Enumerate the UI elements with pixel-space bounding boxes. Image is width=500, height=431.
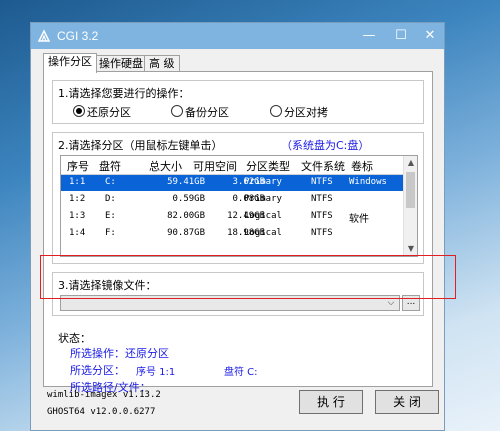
tab-disk-ops[interactable]: 操作硬盘: [94, 55, 148, 72]
cell-no: 1:4: [69, 228, 86, 238]
radio-dot-icon: [73, 105, 85, 117]
scroll-up-icon[interactable]: ▲: [404, 156, 417, 170]
cell-fs: NTFS: [311, 211, 333, 221]
column-header-fs[interactable]: 文件系统: [301, 158, 345, 174]
table-header: 序号 盘符 总大小 可用空间 分区类型 文件系统 卷标: [61, 156, 403, 175]
cell-fs: NTFS: [311, 194, 333, 204]
status-partition-label: 所选分区：: [70, 364, 125, 377]
radio-dot-icon: [171, 105, 183, 117]
close-button[interactable]: 关 闭: [375, 390, 439, 414]
wimlib-version: wimlib-imagex v1.13.2: [47, 390, 161, 400]
tab-panel: 1.请选择您要进行的操作： 还原分区 备份分区 分区对拷 2.请选择分区（用鼠标…: [43, 71, 433, 394]
cgi-window: CGI 3.2 — ☐ ✕ 操作分区 操作硬盘 高 级 1.请选择您要进行的操作…: [30, 22, 445, 431]
radio-label: 备份分区: [185, 106, 229, 119]
table-row[interactable]: 1:3 E: 82.00GB 12.49GB Logical NTFS 软件: [61, 209, 403, 225]
column-header-total[interactable]: 总大小: [149, 158, 182, 174]
radio-dot-icon: [270, 105, 282, 117]
cell-fs: NTFS: [311, 177, 333, 187]
status-title: 状态：: [58, 332, 91, 345]
radio-restore-partition[interactable]: 还原分区: [73, 105, 131, 119]
cell-type: Primary: [244, 177, 282, 187]
cell-type: Logical: [244, 211, 282, 221]
cell-drive: D:: [105, 194, 116, 204]
run-button[interactable]: 执 行: [299, 390, 363, 414]
cell-no: 1:2: [69, 194, 86, 204]
radio-backup-partition[interactable]: 备份分区: [171, 105, 229, 119]
scroll-thumb[interactable]: [406, 172, 415, 208]
column-header-drive[interactable]: 盘符: [99, 158, 121, 174]
scroll-down-icon[interactable]: ▼: [404, 242, 417, 256]
maximize-button[interactable]: ☐: [385, 23, 417, 49]
operation-group-label: 1.请选择您要进行的操作：: [58, 85, 190, 101]
title-bar[interactable]: CGI 3.2 — ☐ ✕: [31, 23, 444, 49]
ghost-version: GHOST64 v12.0.0.6277: [47, 407, 156, 417]
cell-total: 0.59GB: [172, 194, 205, 204]
table-row[interactable]: 1:1 C: 59.41GB 3.62GB Primary NTFS Windo…: [61, 175, 403, 191]
cell-drive: E:: [105, 211, 116, 221]
table-row[interactable]: 1:2 D: 0.59GB 0.08GB Primary NTFS: [61, 192, 403, 208]
highlight-annotation: [40, 255, 456, 299]
operation-group: 1.请选择您要进行的操作： 还原分区 备份分区 分区对拷: [52, 80, 424, 124]
window-title: CGI 3.2: [57, 29, 99, 43]
cell-drive: C:: [105, 177, 116, 187]
status-operation: 所选操作：还原分区: [70, 347, 169, 360]
radio-label: 分区对拷: [284, 106, 328, 119]
column-header-no[interactable]: 序号: [67, 158, 89, 174]
cell-type: Logical: [244, 228, 282, 238]
close-window-button[interactable]: ✕: [415, 23, 445, 49]
column-header-free[interactable]: 可用空间: [193, 158, 237, 174]
column-header-type[interactable]: 分区类型: [246, 158, 290, 174]
app-icon: [37, 29, 51, 42]
table-scrollbar[interactable]: ▲ ▼: [403, 156, 417, 256]
cell-type: Primary: [244, 194, 282, 204]
status-partition: 所选分区： 序号 1:1 盘符 C:: [70, 362, 258, 378]
cell-drive: F:: [105, 228, 116, 238]
radio-copy-partition[interactable]: 分区对拷: [270, 105, 328, 119]
cell-label: 软件: [349, 214, 369, 225]
tab-advanced[interactable]: 高 级: [144, 55, 180, 72]
cell-no: 1:1: [69, 177, 86, 187]
cell-total: 59.41GB: [167, 177, 205, 187]
cell-total: 82.00GB: [167, 211, 205, 221]
cell-total: 90.87GB: [167, 228, 205, 238]
status-partition-no: 序号 1:1: [136, 367, 176, 378]
status-partition-drive: 盘符 C:: [224, 367, 258, 378]
partition-group: 2.请选择分区（用鼠标左键单击） （系统盘为C:盘） 序号 盘符 总大小 可用空…: [52, 132, 424, 264]
system-disk-note: （系统盘为C:盘）: [281, 139, 370, 152]
cell-no: 1:3: [69, 211, 86, 221]
partition-group-label: 2.请选择分区（用鼠标左键单击）: [58, 137, 223, 153]
partition-table: 序号 盘符 总大小 可用空间 分区类型 文件系统 卷标 1:1 C: 59.41…: [60, 155, 418, 257]
minimize-button[interactable]: —: [353, 23, 385, 49]
cell-label: Windows: [349, 177, 387, 187]
column-header-label[interactable]: 卷标: [351, 158, 373, 174]
table-row[interactable]: 1:4 F: 90.87GB 18.98GB Logical NTFS: [61, 226, 403, 242]
radio-label: 还原分区: [87, 106, 131, 119]
cell-fs: NTFS: [311, 228, 333, 238]
tab-partition-ops[interactable]: 操作分区: [43, 53, 97, 73]
